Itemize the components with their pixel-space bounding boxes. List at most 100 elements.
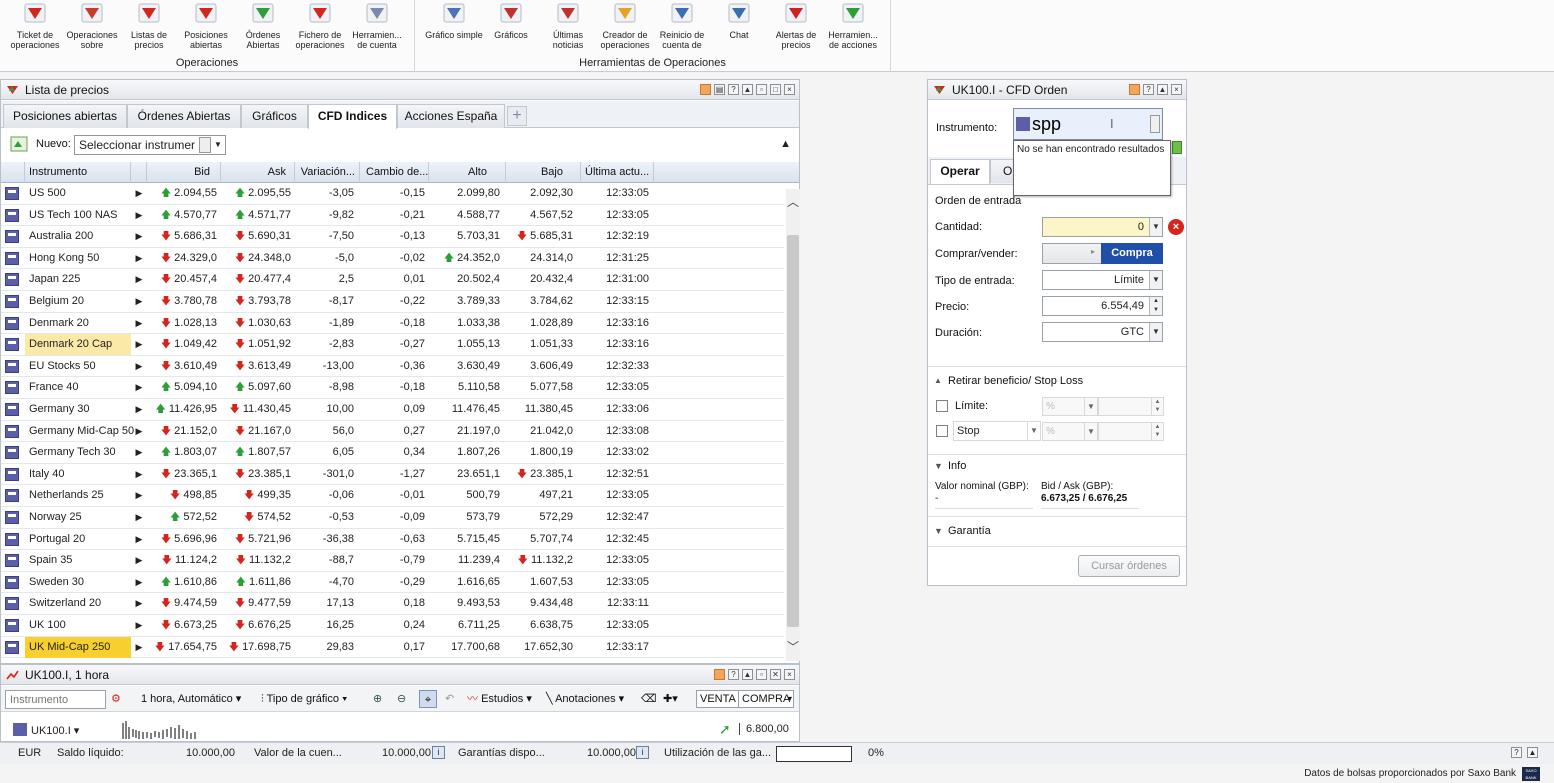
chart-instrument-input[interactable] bbox=[5, 690, 106, 709]
new-list-icon[interactable] bbox=[10, 136, 28, 152]
expand-row-icon[interactable]: ▶ bbox=[131, 572, 147, 593]
entry-type-select[interactable]: Límite ▼ bbox=[1042, 270, 1163, 290]
help-icon[interactable]: ? bbox=[728, 84, 739, 95]
stop-percent-field[interactable]: % ▼ bbox=[1042, 422, 1098, 441]
collapse-down-icon[interactable]: ▼ bbox=[934, 461, 943, 471]
close-icon[interactable]: × bbox=[1171, 84, 1182, 95]
guarantee-section[interactable]: Garantía bbox=[948, 525, 991, 537]
table-row[interactable]: Switzerland 20 ▶ 🡇 9.474,59 🡇 9.477,59 17,13… bbox=[1, 593, 784, 615]
expand-row-icon[interactable]: ▶ bbox=[131, 485, 147, 506]
expand-row-icon[interactable]: ▶ bbox=[131, 550, 147, 571]
expand-row-icon[interactable]: ▶ bbox=[131, 205, 147, 226]
instrument-name[interactable]: France 40 bbox=[25, 377, 131, 398]
table-row[interactable]: Australia 200 ▶ 🡇 5.686,31 🡇 5.690,31 -7,50-… bbox=[1, 226, 784, 248]
color-link-icon[interactable] bbox=[1129, 84, 1140, 95]
chevron-down-icon[interactable]: ▼ bbox=[1027, 422, 1040, 440]
cell-ask[interactable]: 🡇 17.698,75 bbox=[221, 637, 295, 658]
stop-checkbox[interactable] bbox=[936, 425, 948, 437]
cell-ask[interactable]: 🡇 24.348,0 bbox=[221, 248, 295, 269]
table-row[interactable]: US Tech 100 NAS ▶ 🡅 4.570,77 🡅 4.571,77 -9,8… bbox=[1, 205, 784, 227]
instrument-name[interactable]: Denmark 20 Cap bbox=[25, 334, 131, 356]
header-instrumento[interactable]: Instrumento bbox=[25, 162, 131, 183]
cell-ask[interactable]: 🡇 11.430,45 bbox=[221, 399, 295, 420]
expand-row-icon[interactable]: ▶ bbox=[131, 248, 147, 269]
table-row[interactable]: Denmark 20 Cap ▶ 🡇 1.049,42 🡇 1.051,92 -2,83… bbox=[1, 334, 784, 356]
chart-type-dropdown[interactable]: ⫶ Tipo de gráfico ▾ bbox=[261, 690, 347, 708]
studies-dropdown[interactable]: 〰 Estudios ▾ bbox=[467, 690, 532, 708]
cell-ask[interactable]: 🡇 20.477,4 bbox=[221, 269, 295, 290]
cell-bid[interactable]: 🡅 1.803,07 bbox=[147, 442, 221, 463]
expand-row-icon[interactable]: ▶ bbox=[131, 507, 147, 528]
table-row[interactable]: Spain 35 ▶ 🡇 11.124,2 🡇 11.132,2 -88,7 -0,79 1… bbox=[1, 550, 784, 572]
cell-ask[interactable]: 🡇 23.385,1 bbox=[221, 464, 295, 485]
ribbon-button-ticket[interactable]: Ticket de operaciones bbox=[6, 0, 64, 54]
ribbon-button-trade-file[interactable]: Fichero de operaciones bbox=[291, 0, 349, 54]
tab-graficos[interactable]: Gráficos bbox=[241, 104, 308, 128]
stop-type-select[interactable]: Stop ▼ bbox=[953, 421, 1041, 441]
crosshair-icon[interactable]: ⌖ bbox=[419, 690, 437, 708]
instrument-name[interactable]: Italy 40 bbox=[25, 464, 131, 485]
cell-ask[interactable]: 🡇 3.793,78 bbox=[221, 291, 295, 312]
instrument-name[interactable]: Hong Kong 50 bbox=[25, 248, 131, 269]
chart-area[interactable]: UK100.I ▾ ➚ 6.800,00 bbox=[1, 713, 799, 741]
help-icon[interactable]: ? bbox=[1511, 747, 1522, 758]
instrument-select[interactable]: Seleccionar instrumer ▼ bbox=[74, 135, 226, 155]
cell-bid[interactable]: 🡅 4.570,77 bbox=[147, 205, 221, 226]
instrument-picker-icon[interactable] bbox=[1150, 115, 1160, 133]
instrument-name[interactable]: Germany Mid-Cap 50 bbox=[25, 421, 134, 442]
cell-ask[interactable]: 🡅 1.807,57 bbox=[221, 442, 295, 463]
zoom-in-icon[interactable]: ⊕ bbox=[373, 690, 382, 708]
limit-value-field[interactable]: ▲ ▼ bbox=[1098, 397, 1164, 416]
cell-bid[interactable]: 🡇 5.686,31 bbox=[147, 226, 221, 247]
expand-row-icon[interactable]: ▶ bbox=[131, 313, 147, 334]
expand-row-icon[interactable]: ▶ bbox=[131, 593, 147, 614]
stepper-icon[interactable]: ▲ ▼ bbox=[1149, 297, 1162, 315]
cell-bid[interactable]: 🡇 3.610,49 bbox=[147, 356, 221, 377]
instrument-name[interactable]: Belgium 20 bbox=[25, 291, 131, 312]
chevron-down-icon[interactable]: ▼ bbox=[1084, 423, 1097, 440]
tab-posiciones-abiertas[interactable]: Posiciones abiertas bbox=[3, 104, 127, 128]
cell-bid[interactable]: 🡅 5.094,10 bbox=[147, 377, 221, 398]
ribbon-button-account-tools[interactable]: Herramien... de cuenta bbox=[348, 0, 406, 54]
ribbon-button-news[interactable]: Últimas noticias bbox=[539, 0, 597, 54]
quantity-field[interactable]: 0 ▼ bbox=[1042, 217, 1163, 237]
cell-bid[interactable]: 🡇 3.780,78 bbox=[147, 291, 221, 312]
expand-row-icon[interactable]: ▶ bbox=[131, 377, 147, 398]
link-icon[interactable] bbox=[1172, 141, 1182, 154]
expand-row-icon[interactable]: ▶ bbox=[131, 356, 147, 377]
cell-bid[interactable]: 🡅 11.426,95 bbox=[147, 399, 221, 420]
instrument-name[interactable]: Germany 30 bbox=[25, 399, 131, 420]
cell-ask[interactable]: 🡇 11.132,2 bbox=[221, 550, 295, 571]
limit-checkbox[interactable] bbox=[936, 400, 948, 412]
instrument-name[interactable]: Switzerland 20 bbox=[25, 593, 131, 614]
cell-bid[interactable]: 🡇 5.696,96 bbox=[147, 529, 221, 550]
close-icon[interactable]: × bbox=[784, 84, 795, 95]
ribbon-button-stock-tools[interactable]: Herramien... de acciones bbox=[824, 0, 882, 54]
chevron-down-icon[interactable]: ▼ bbox=[1149, 271, 1162, 289]
header-variacion[interactable]: Variación... bbox=[295, 162, 360, 183]
interval-dropdown[interactable]: 1 hora, Automático ▾ bbox=[141, 690, 241, 708]
cell-bid[interactable]: 🡅 1.610,86 bbox=[147, 572, 221, 593]
cell-ask[interactable]: 🡇 5.721,96 bbox=[221, 529, 295, 550]
chart-settings-icon[interactable]: ⚙ bbox=[111, 690, 121, 708]
ribbon-button-open-orders[interactable]: Órdenes Abiertas bbox=[234, 0, 292, 54]
expand-row-icon[interactable]: ▶ bbox=[131, 183, 147, 204]
header-alto[interactable]: Alto bbox=[429, 162, 506, 183]
scroll-up-icon[interactable]: ︿ bbox=[786, 193, 800, 210]
header-cambio[interactable]: Cambio de... bbox=[360, 162, 429, 183]
instrument-name[interactable]: Spain 35 bbox=[25, 550, 131, 571]
restore-icon[interactable]: ▫ bbox=[756, 84, 767, 95]
expand-row-icon[interactable]: ▶ bbox=[131, 334, 147, 355]
header-bajo[interactable]: Bajo bbox=[506, 162, 581, 183]
cell-ask[interactable]: 🡇 1.051,92 bbox=[221, 334, 295, 355]
instrument-name[interactable]: Netherlands 25 bbox=[25, 485, 131, 506]
expand-icon[interactable]: ✕ bbox=[770, 669, 781, 680]
table-row[interactable]: Norway 25 ▶ 🡅 572,52 🡇 574,52 -0,53 -0,09 573,… bbox=[1, 507, 784, 529]
expand-row-icon[interactable]: ▶ bbox=[131, 291, 147, 312]
scroll-thumb[interactable] bbox=[787, 235, 799, 627]
info-icon[interactable]: i bbox=[432, 746, 445, 759]
cell-bid[interactable]: 🡇 6.673,25 bbox=[147, 615, 221, 636]
cell-bid[interactable]: 🡇 24.329,0 bbox=[147, 248, 221, 269]
cell-ask[interactable]: 🡇 5.690,31 bbox=[221, 226, 295, 247]
chevron-down-icon[interactable]: ▼ bbox=[1149, 323, 1162, 341]
